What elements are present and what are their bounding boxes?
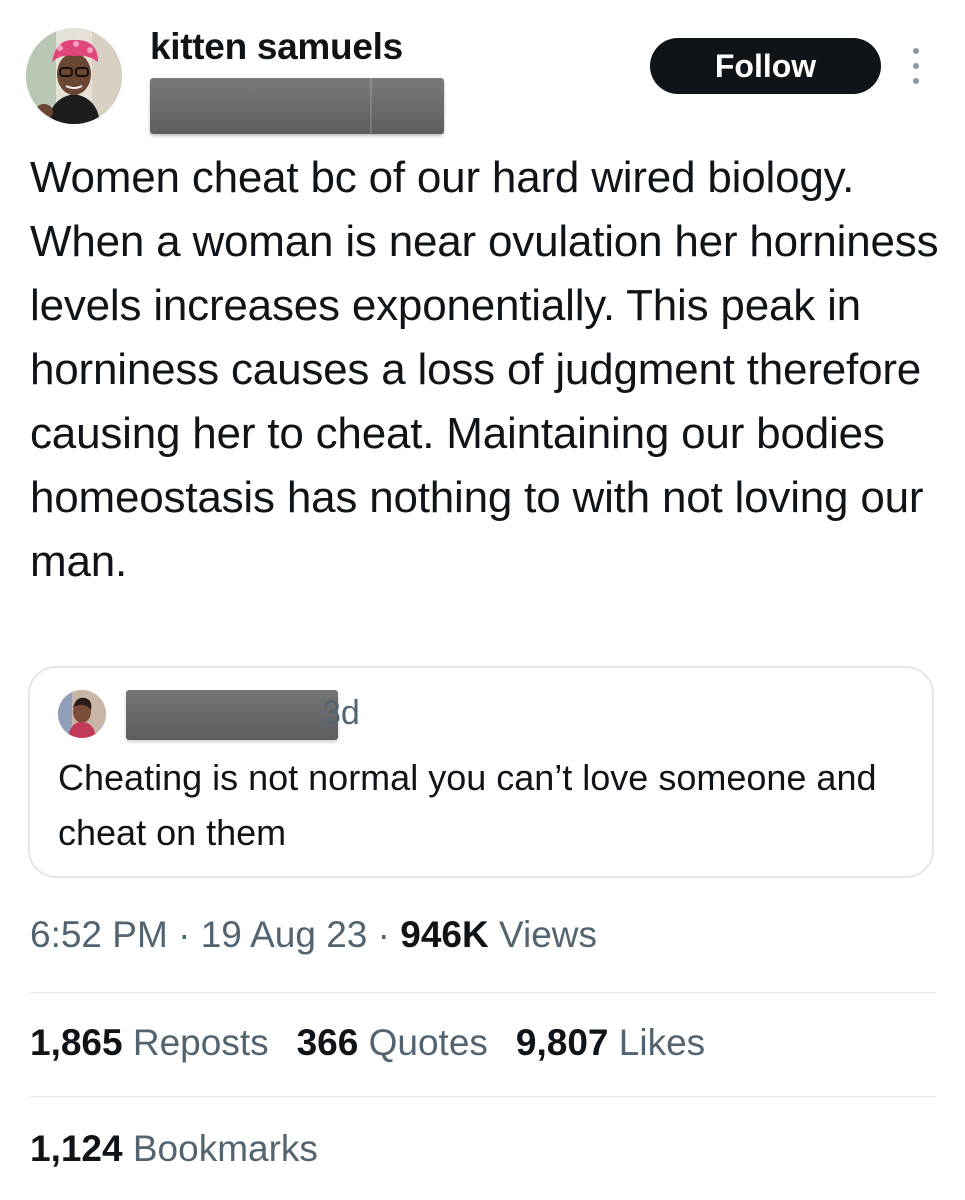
meta-separator: · [367, 914, 401, 955]
bookmarks-stat[interactable]: 1,124 Bookmarks [30, 1128, 318, 1170]
views-count: 946K [400, 914, 489, 955]
tweet-date[interactable]: 19 Aug 23 [201, 914, 368, 955]
redacted-quoted-name [126, 690, 338, 740]
likes-stat[interactable]: 9,807 Likes [516, 1022, 705, 1064]
quoted-profile-photo-icon [58, 690, 106, 738]
quoted-tweet-time: 3d [322, 694, 360, 732]
quotes-label: Quotes [368, 1022, 488, 1063]
author-name[interactable]: kitten samuels [150, 26, 403, 68]
redacted-handle [150, 78, 444, 134]
likes-count: 9,807 [515, 1022, 609, 1063]
follow-button[interactable]: Follow [650, 38, 881, 94]
divider [30, 992, 936, 993]
reposts-count: 1,865 [30, 1022, 123, 1063]
quotes-stat[interactable]: 366 Quotes [297, 1022, 488, 1064]
reposts-stat[interactable]: 1,865 Reposts [30, 1022, 269, 1064]
bookmarks-label: Bookmarks [132, 1128, 318, 1169]
quoted-tweet[interactable]: 3d Cheating is not normal you can’t love… [28, 666, 934, 878]
views-label: Views [498, 914, 598, 955]
divider [30, 1096, 936, 1097]
tweet-text: Women cheat bc of our hard wired biology… [30, 153, 951, 586]
likes-label: Likes [618, 1022, 706, 1063]
bookmarks-count: 1,124 [30, 1128, 123, 1169]
meta-separator: · [167, 914, 201, 955]
engagement-stats: 1,865 Reposts 366 Quotes 9,807 Likes [30, 1022, 733, 1064]
profile-photo-icon [26, 28, 122, 124]
author-avatar[interactable] [26, 28, 122, 124]
vertical-ellipsis-icon[interactable] [906, 48, 926, 84]
quoted-author-avatar[interactable] [58, 690, 106, 738]
reposts-label: Reposts [132, 1022, 269, 1063]
quoted-tweet-text: Cheating is not normal you can’t love so… [58, 757, 877, 853]
tweet-metadata: 6:52 PM · 19 Aug 23 · 946K Views [30, 914, 597, 956]
quotes-count: 366 [296, 1022, 359, 1063]
tweet-time[interactable]: 6:52 PM [30, 914, 168, 955]
